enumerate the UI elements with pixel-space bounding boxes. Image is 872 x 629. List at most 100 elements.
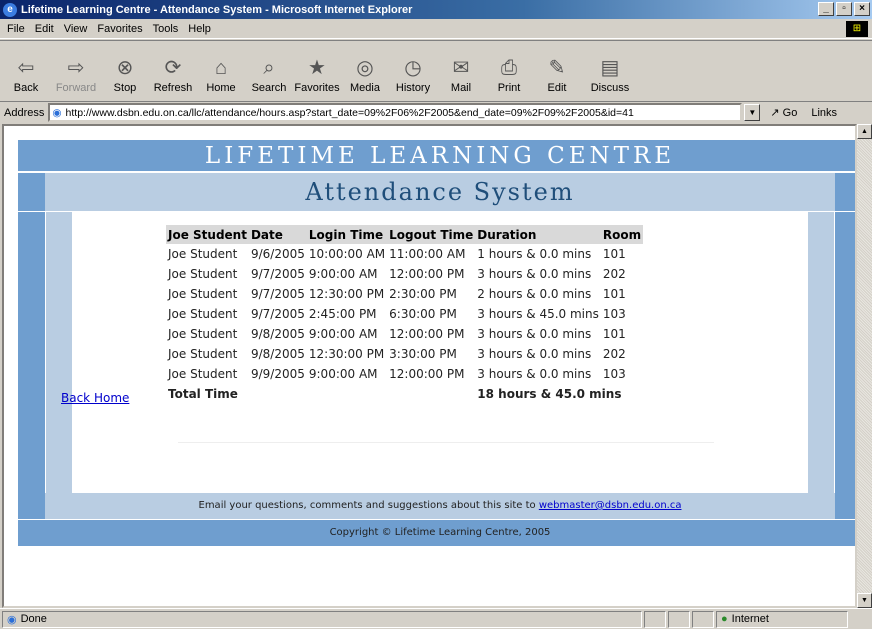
col-room: Room: [600, 225, 644, 244]
cell-date: 9/7/2005: [250, 267, 305, 281]
cell-room: 101: [602, 327, 626, 341]
menu-tools[interactable]: Tools: [153, 23, 179, 35]
toolbar-search-button[interactable]: ⌕ Search: [246, 56, 292, 100]
toolbar-edit-button[interactable]: ✎ Edit: [534, 56, 580, 100]
page-icon: ◉: [52, 106, 62, 119]
toolbar-label: Mail: [450, 82, 472, 94]
minimize-button[interactable]: _: [818, 2, 834, 16]
cell-student: Joe Student: [168, 247, 238, 261]
status-text-cell: ◉ Done: [2, 610, 642, 628]
table-row: Joe Student 9/8/2005 12:30:00 PM 3:30:00 PM…: [166, 344, 643, 364]
footer-email-text: Email your questions, comments and sugge…: [73, 493, 807, 519]
cell-date: 9/7/2005: [250, 307, 305, 321]
webmaster-email-link[interactable]: webmaster@dsbn.edu.on.ca: [539, 500, 682, 511]
table-row: Joe Student 9/7/2005 2:45:00 PM 6:30:00 PM 3…: [166, 304, 643, 324]
toolbar-refresh-button[interactable]: ⟳ Refresh: [150, 56, 196, 100]
cell-date: 9/8/2005: [250, 347, 305, 361]
toolbar-history-button[interactable]: ◷ History: [390, 56, 436, 100]
toolbar-label: History: [395, 82, 431, 94]
address-bar: Address ◉ http://www.dsbn.edu.on.ca/llc/…: [0, 101, 872, 123]
vertical-scrollbar[interactable]: ▲ ▼: [857, 124, 872, 608]
toolbar-discuss-button[interactable]: ▤ Discuss: [582, 56, 638, 100]
toolbar-label: Media: [350, 82, 380, 94]
cell-room: 101: [602, 247, 626, 261]
mail-icon: ✉: [452, 57, 470, 79]
toolbar-label: Stop: [113, 82, 137, 94]
cell-login: 9:00:00 AM: [308, 367, 378, 381]
cell-logout: 2:30:00 PM: [389, 287, 457, 301]
toolbar-favorites-button[interactable]: ★ Favorites: [294, 56, 340, 100]
menu-view[interactable]: View: [64, 23, 88, 35]
links-button[interactable]: Links: [811, 107, 837, 119]
go-button[interactable]: ↗ Go: [770, 106, 797, 119]
col-logout: Logout Time: [387, 225, 476, 244]
menu-bar: File Edit View Favorites Tools Help: [0, 19, 872, 39]
empty-cell: [307, 384, 387, 404]
close-button[interactable]: ×: [854, 2, 870, 16]
cell-room: 202: [602, 267, 626, 281]
address-url: http://www.dsbn.edu.on.ca/llc/attendance…: [65, 106, 634, 119]
table-row: Joe Student 9/6/2005 10:00:00 AM 11:00:00 A…: [166, 244, 643, 264]
cell-duration: 3 hours & 0.0 mins: [477, 267, 592, 281]
divider: [178, 442, 714, 443]
cell-duration: 3 hours & 45.0 mins: [477, 307, 599, 321]
menu-help[interactable]: Help: [188, 23, 211, 35]
menu-edit[interactable]: Edit: [35, 23, 54, 35]
cell-student: Joe Student: [168, 307, 238, 321]
cell-date: 9/6/2005: [250, 247, 305, 261]
toolbar-label: Forward: [55, 82, 97, 94]
cell-student: Joe Student: [168, 287, 238, 301]
cell-duration: 3 hours & 0.0 mins: [477, 327, 592, 341]
window-title: Lifetime Learning Centre - Attendance Sy…: [21, 3, 413, 16]
right-rail-light: [808, 212, 834, 493]
address-dropdown-button[interactable]: ▼: [744, 104, 761, 121]
toolbar-forward-button[interactable]: ⇨ Forward: [52, 56, 100, 100]
empty-cell: [249, 384, 307, 404]
page-subtitle: Attendance System: [305, 178, 575, 206]
col-student: Joe Student: [166, 225, 249, 244]
email-text: Email your questions, comments and sugge…: [198, 500, 536, 511]
maximize-button[interactable]: ▫: [836, 2, 852, 16]
back-home-link[interactable]: Back Home: [61, 391, 129, 405]
address-input[interactable]: ◉ http://www.dsbn.edu.on.ca/llc/attendan…: [48, 103, 743, 122]
cell-date: 9/7/2005: [250, 287, 305, 301]
print-icon: ⎙: [501, 57, 517, 79]
toolbar-stop-button[interactable]: ⊗ Stop: [102, 56, 148, 100]
globe-icon: ●: [721, 613, 728, 625]
toolbar-back-button[interactable]: ⇦ Back: [2, 56, 50, 100]
left-rail-light: [46, 212, 72, 493]
left-rail: [18, 212, 45, 493]
cell-room: 202: [602, 347, 626, 361]
cell-logout: 11:00:00 AM: [389, 247, 466, 261]
col-date: Date: [248, 225, 307, 244]
col-duration: Duration: [475, 225, 601, 244]
cell-login: 12:30:00 PM: [308, 287, 385, 301]
media-icon: ◎: [356, 57, 374, 79]
menu-file[interactable]: File: [7, 23, 25, 35]
toolbar: ⇦ Back ⇨ Forward ⊗ Stop ⟳ Refresh ⌂ Home ⌕ Search ★ F…: [0, 40, 872, 100]
footer-copyright: Copyright © Lifetime Learning Centre, 20…: [18, 520, 855, 546]
status-bar: ◉ Done ● Internet: [0, 608, 872, 629]
cell-duration: 1 hours & 0.0 mins: [477, 247, 592, 261]
toolbar-media-button[interactable]: ◎ Media: [342, 56, 388, 100]
toolbar-print-button[interactable]: ⎙ Print: [486, 56, 532, 100]
ie-logo-icon: e: [3, 2, 17, 17]
toolbar-label: Back: [13, 82, 39, 94]
refresh-icon: ⟳: [164, 57, 182, 79]
forward-arrow-icon: ⇨: [67, 57, 85, 79]
table-row: Joe Student 9/8/2005 9:00:00 AM 12:00:00 PM…: [166, 324, 643, 344]
status-text: Done: [20, 613, 47, 625]
menu-favorites[interactable]: Favorites: [97, 23, 142, 35]
cell-login: 12:30:00 PM: [308, 347, 385, 361]
toolbar-label: Discuss: [590, 82, 630, 94]
toolbar-label: Refresh: [153, 82, 193, 94]
zone-cell: ● Internet: [716, 610, 848, 628]
toolbar-mail-button[interactable]: ✉ Mail: [438, 56, 484, 100]
cell-login: 9:00:00 AM: [308, 267, 378, 281]
scroll-down-icon[interactable]: ▼: [857, 593, 872, 608]
cell-date: 9/8/2005: [250, 327, 305, 341]
page-viewport: LIFETIME LEARNING CENTRE Attendance Syst…: [2, 124, 857, 608]
scroll-up-icon[interactable]: ▲: [857, 124, 872, 139]
cell-room: 103: [602, 367, 626, 381]
toolbar-home-button[interactable]: ⌂ Home: [198, 56, 244, 100]
